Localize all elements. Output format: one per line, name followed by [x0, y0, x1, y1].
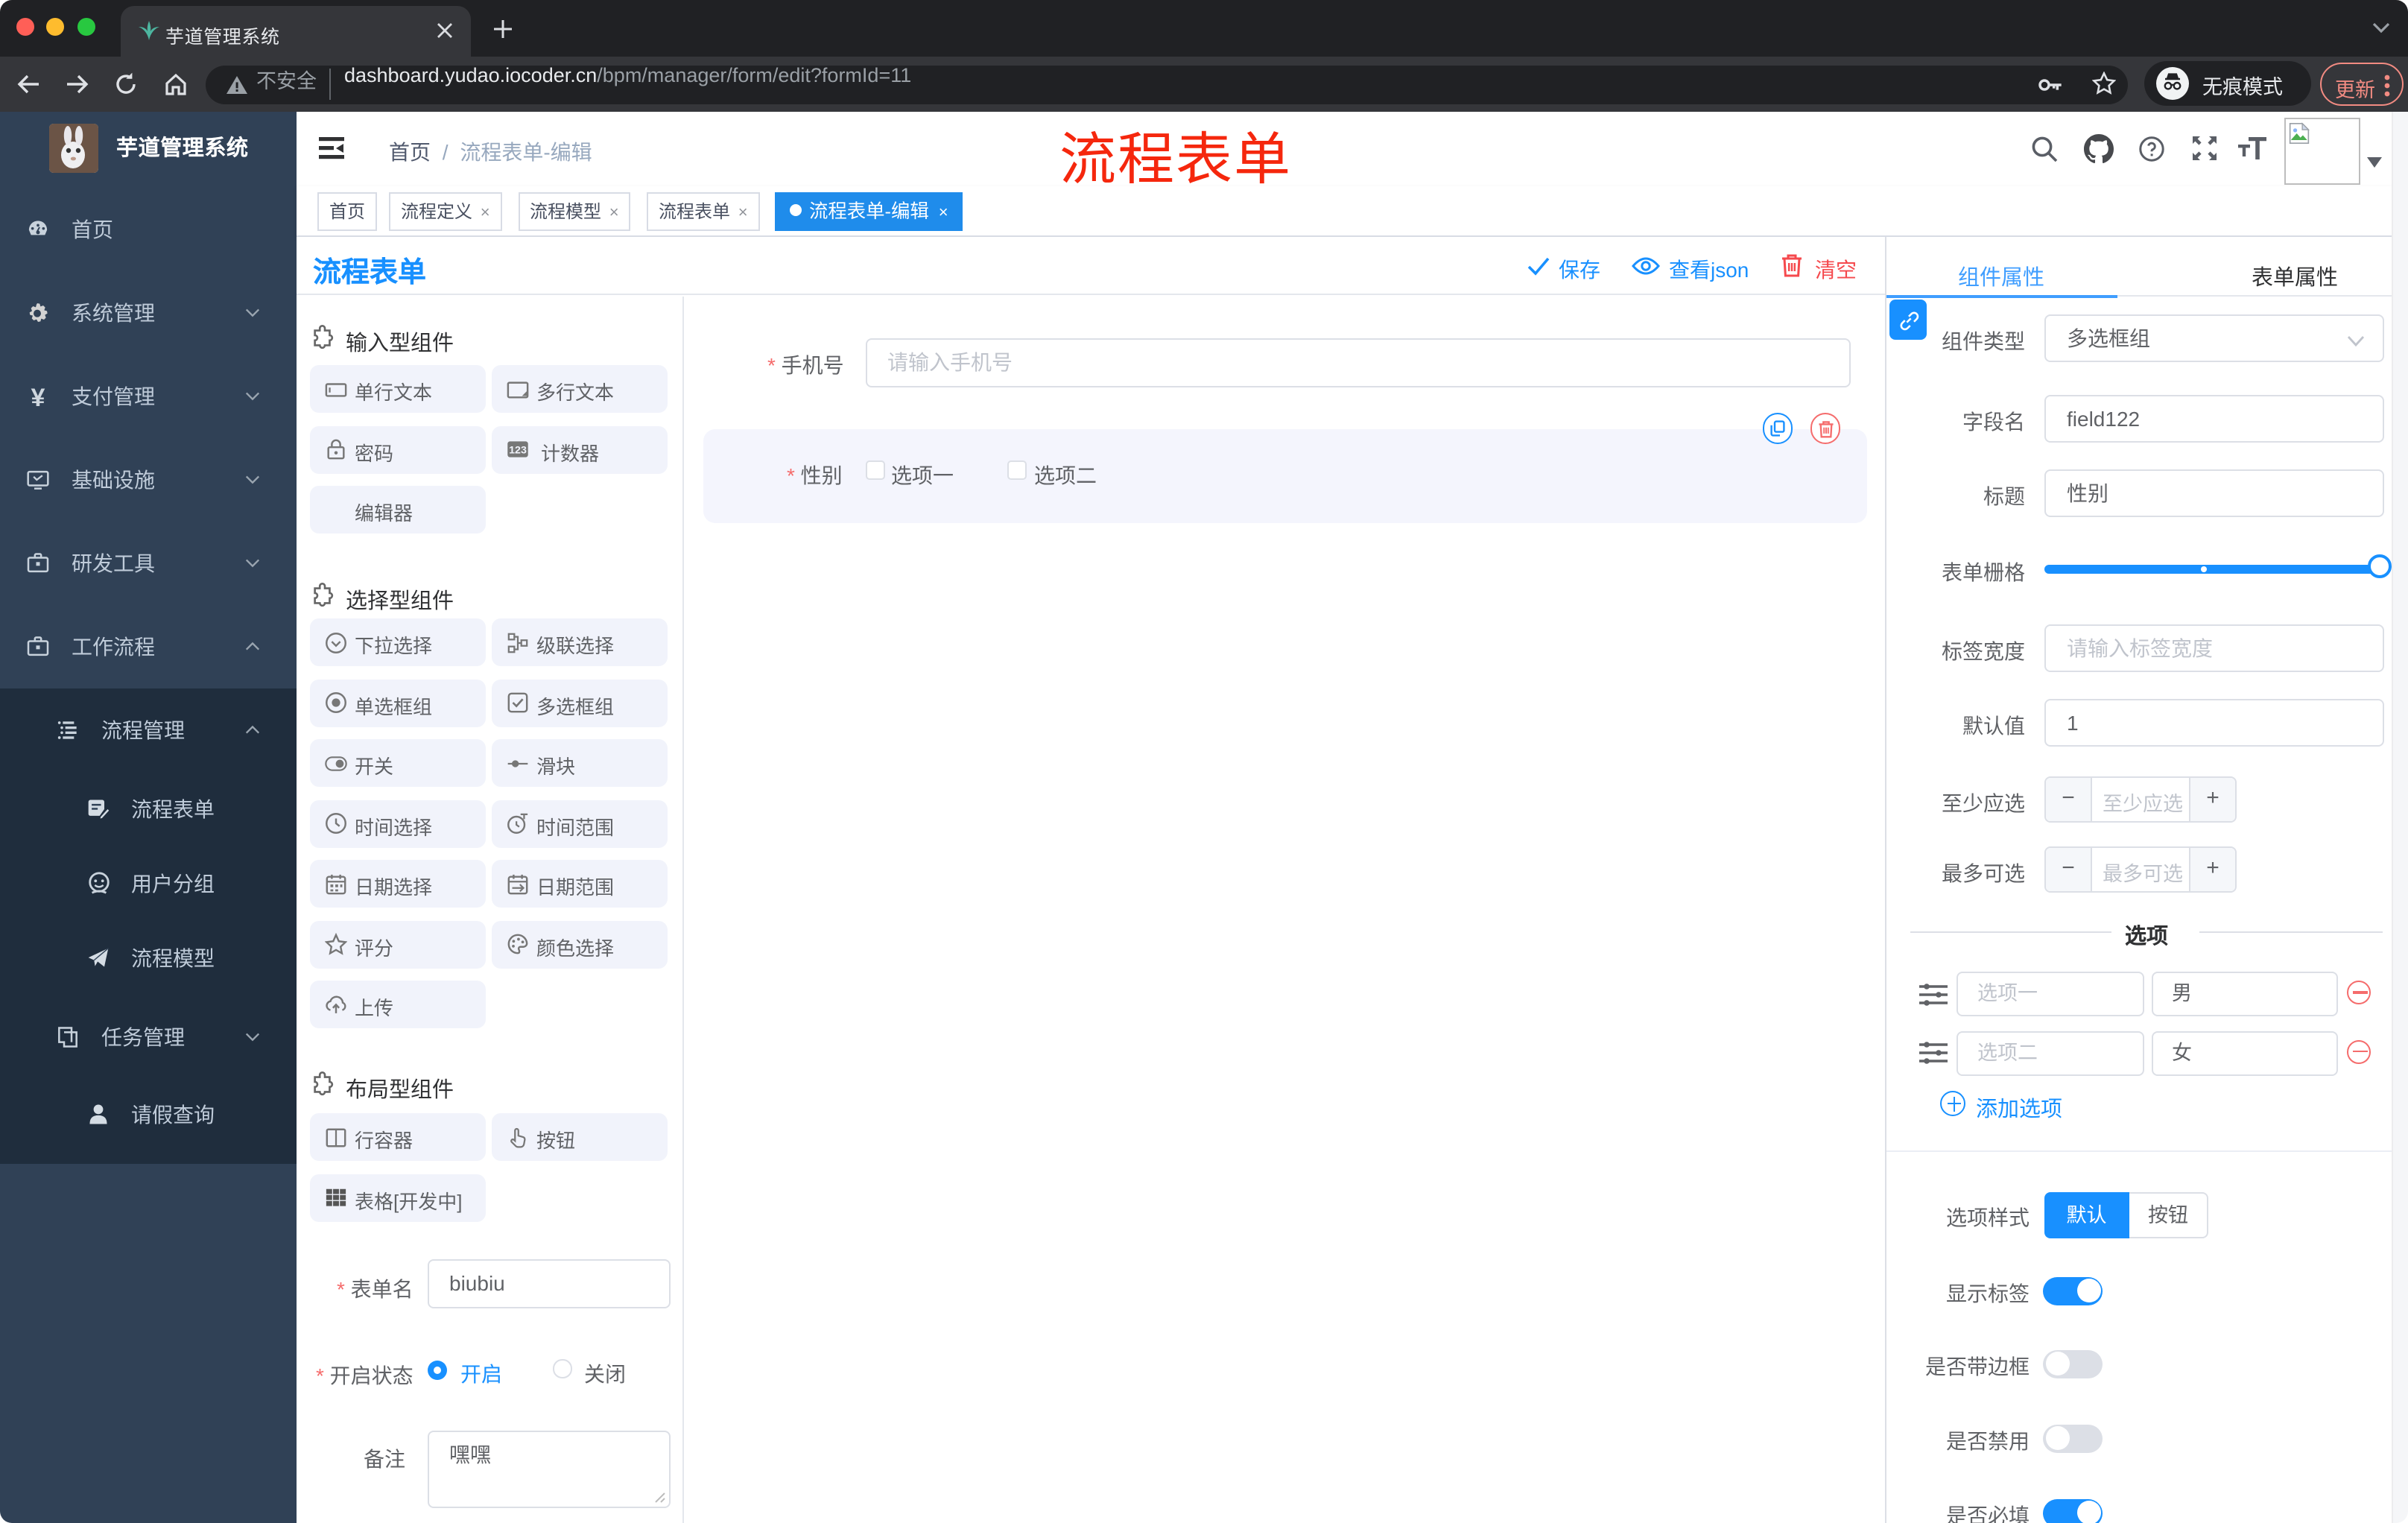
svg-text:123: 123 — [509, 445, 527, 457]
